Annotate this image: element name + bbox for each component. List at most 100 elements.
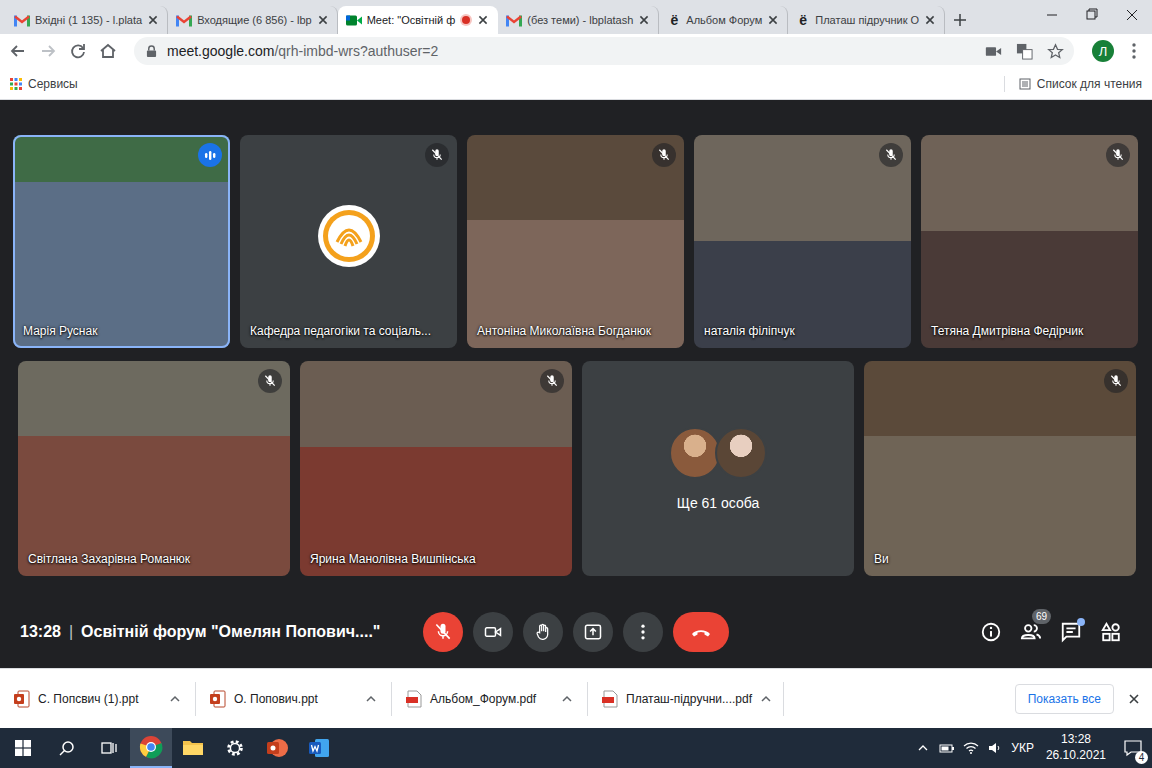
new-tab-icon[interactable]: [953, 13, 967, 27]
browser-tab[interactable]: ёПлаташ підручник О: [788, 6, 945, 34]
task-view-icon: [101, 740, 117, 756]
back-arrow-icon[interactable]: [8, 41, 28, 61]
camera-in-use-icon[interactable]: [985, 43, 1002, 60]
raise-hand-button[interactable]: [523, 612, 563, 652]
volume-icon[interactable]: [987, 740, 1003, 756]
address-field[interactable]: meet.google.com/qrh-imbd-wrs?authuser=2: [134, 37, 1074, 65]
notification-center[interactable]: 4: [1118, 738, 1148, 758]
show-hidden-icons-icon[interactable]: [915, 740, 931, 756]
gmail-icon: [506, 14, 522, 27]
word-app[interactable]: [298, 728, 340, 768]
separator: |: [69, 623, 73, 641]
chevron-up-icon[interactable]: [365, 693, 377, 705]
home-icon[interactable]: [98, 41, 118, 61]
menu-kebab-icon[interactable]: [1124, 41, 1144, 61]
close-tab-icon[interactable]: [317, 14, 329, 26]
download-item[interactable]: С. Попсвич (1).ppt: [0, 682, 196, 716]
url-text: meet.google.com/qrh-imbd-wrs?authuser=2: [167, 43, 975, 59]
close-icon[interactable]: [1128, 693, 1140, 705]
chevron-up-icon[interactable]: [169, 693, 181, 705]
download-item[interactable]: О. Попович.ppt: [196, 682, 392, 716]
browser-tab[interactable]: (без теми) - lbplatash: [498, 6, 659, 34]
task-view-button[interactable]: [88, 728, 130, 768]
translate-icon[interactable]: [1016, 43, 1033, 60]
meet-icon: [346, 14, 362, 27]
battery-icon[interactable]: [939, 740, 955, 756]
profile-avatar[interactable]: Л: [1092, 40, 1114, 62]
chevron-up-icon[interactable]: [760, 693, 772, 705]
mic-off-icon: [433, 622, 453, 642]
participant-tile[interactable]: Ви: [864, 361, 1136, 576]
show-all-button[interactable]: Показать все: [1015, 684, 1114, 714]
participant-tile[interactable]: Тетяна Дмитрівна Федірчик: [921, 135, 1138, 348]
browser-tab[interactable]: Входящие (6 856) - lbp: [168, 6, 338, 34]
clock[interactable]: 13:2826.10.2021: [1042, 732, 1110, 763]
chat-button[interactable]: [1060, 621, 1082, 643]
call-side-actions: 69: [772, 621, 1132, 643]
participant-tile[interactable]: Ще 61 особа: [582, 361, 854, 576]
minimize-icon[interactable]: [1032, 0, 1072, 30]
start-button[interactable]: [0, 728, 46, 768]
download-filename: Альбом_Форум.pdf: [430, 692, 553, 706]
download-item[interactable]: Альбом_Форум.pdf: [392, 682, 588, 716]
search-button[interactable]: [46, 728, 88, 768]
activities-icon[interactable]: [1100, 621, 1122, 643]
leave-call-button[interactable]: [673, 612, 729, 652]
microphone-button[interactable]: [423, 612, 463, 652]
reload-icon[interactable]: [68, 41, 88, 61]
wifi-icon[interactable]: [963, 740, 979, 756]
close-tab-icon[interactable]: [767, 14, 779, 26]
browser-tab[interactable]: ёАльбом Форум: [659, 6, 788, 34]
separator: [1004, 76, 1005, 92]
participant-name: Ви: [874, 552, 1128, 567]
powerpoint-app[interactable]: [256, 728, 298, 768]
chrome-app[interactable]: [130, 728, 172, 768]
present-button[interactable]: [573, 612, 613, 652]
file-explorer-app[interactable]: [172, 728, 214, 768]
apps-bookmark[interactable]: Сервисы: [10, 77, 78, 91]
more-participants-label: Ще 61 особа: [677, 495, 759, 511]
participant-tile[interactable]: Світлана Захарівна Романюк: [18, 361, 290, 576]
muted-mic-icon: [425, 143, 449, 167]
avatar-icon: [669, 427, 721, 479]
close-tab-icon[interactable]: [477, 14, 489, 26]
camera-button[interactable]: [473, 612, 513, 652]
participant-tile[interactable]: наталія філіпчук: [694, 135, 911, 348]
bookmark-star-icon[interactable]: [1047, 43, 1064, 60]
close-window-icon[interactable]: [1112, 0, 1152, 30]
department-logo-icon: [317, 204, 381, 268]
tab-title: Meet: "Освітній ф: [367, 14, 456, 26]
lock-icon[interactable]: [146, 45, 157, 58]
reading-list[interactable]: Список для чтения: [1004, 76, 1142, 92]
participant-tile[interactable]: Антоніна Миколаївна Богданюк: [467, 135, 684, 348]
participant-tile[interactable]: Кафедра педагогіки та соціаль...: [240, 135, 457, 348]
input-language[interactable]: УКР: [1011, 741, 1034, 755]
info-icon[interactable]: [980, 621, 1002, 643]
browser-tab[interactable]: Вхідні (1 135) - l.plata: [6, 6, 168, 34]
call-controls-bar: 13:28|Освітній форум "Омелян Попович....…: [0, 576, 1152, 668]
restore-icon[interactable]: [1072, 0, 1112, 30]
pdf-file-icon: [406, 690, 422, 708]
close-tab-icon[interactable]: [638, 14, 650, 26]
more-options-button[interactable]: [623, 612, 663, 652]
download-item[interactable]: Платаш-підручни....pdf: [588, 682, 784, 716]
speaking-icon: [198, 143, 222, 167]
system-tray: УКР 13:2826.10.2021 4: [915, 728, 1152, 768]
people-count-badge: 69: [1032, 609, 1051, 624]
participant-tile[interactable]: Марія Руснак: [13, 135, 230, 348]
close-tab-icon[interactable]: [147, 14, 159, 26]
settings-app[interactable]: [214, 728, 256, 768]
unread-dot: [1077, 618, 1085, 626]
people-button[interactable]: 69: [1020, 621, 1042, 643]
browser-tab[interactable]: Meet: "Освітній ф: [338, 6, 499, 34]
document-favicon: ё: [667, 13, 681, 27]
people-icon: [1020, 621, 1042, 643]
forward-arrow-icon[interactable]: [38, 41, 58, 61]
tab-title: Входящие (6 856) - lbp: [197, 14, 312, 26]
window-controls: [1032, 0, 1152, 30]
close-tab-icon[interactable]: [924, 14, 936, 26]
hand-icon: [533, 622, 553, 642]
clock-date: 26.10.2021: [1046, 748, 1106, 764]
participant-tile[interactable]: Ярина Манолівна Вишпінська: [300, 361, 572, 576]
chevron-up-icon[interactable]: [561, 693, 573, 705]
